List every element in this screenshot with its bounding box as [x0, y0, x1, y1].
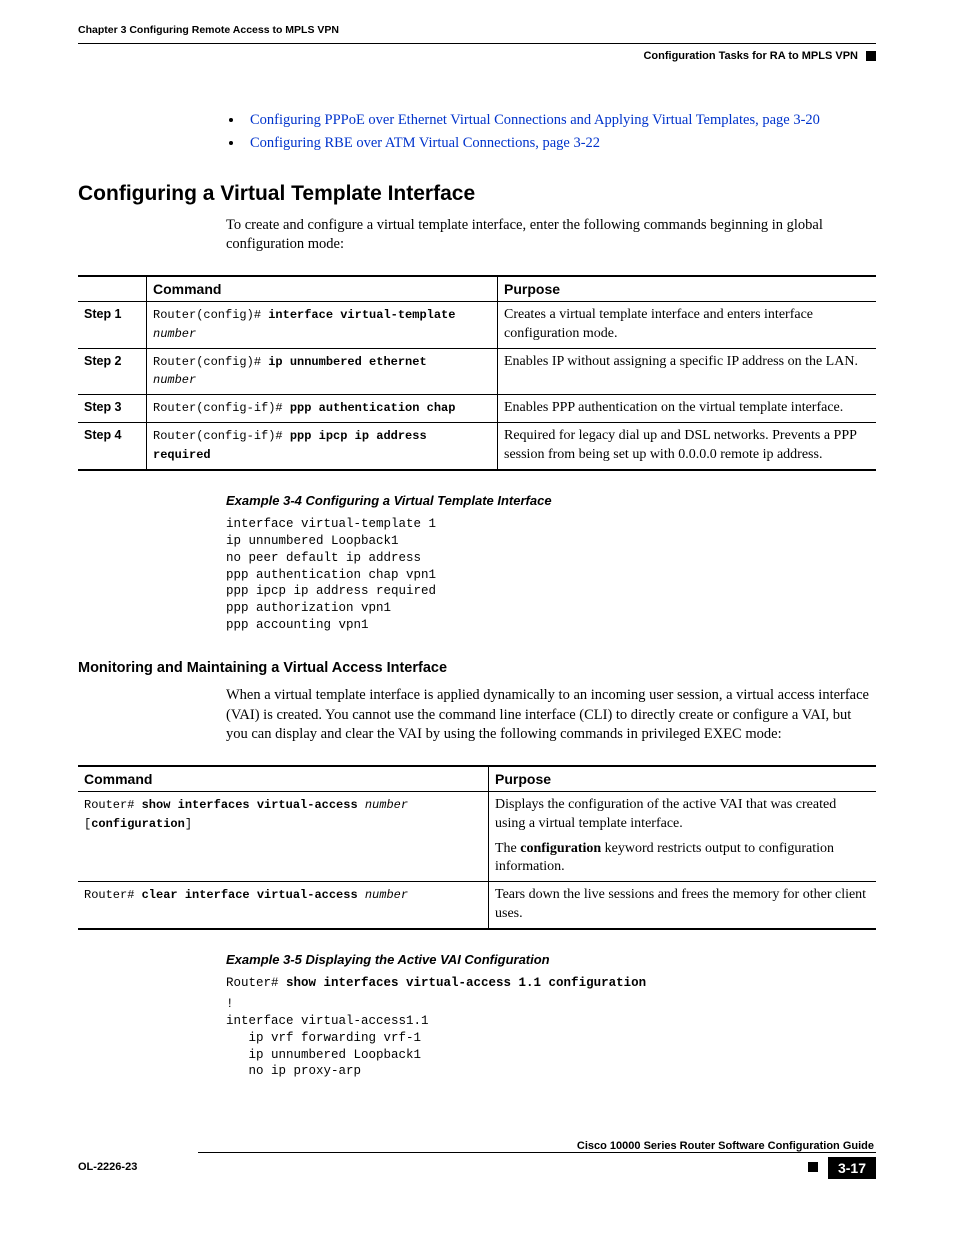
link-rbe[interactable]: Configuring RBE over ATM Virtual Connect… [250, 135, 600, 151]
example-3-5-code: ! interface virtual-access1.1 ip vrf for… [226, 996, 876, 1080]
table-row: Router# clear interface virtual-access n… [78, 882, 876, 929]
command-cell: Router(config)# interface virtual-templa… [147, 301, 498, 348]
section-heading: Configuring a Virtual Template Interface [78, 182, 876, 206]
step-label: Step 1 [78, 301, 147, 348]
purpose-cell: Enables IP without assigning a specific … [498, 348, 877, 395]
step-label: Step 3 [78, 395, 147, 423]
step-label: Step 2 [78, 348, 147, 395]
footer-marker-box [808, 1162, 818, 1172]
footer-doc-id: OL-2226-23 [78, 1155, 137, 1173]
purpose-cell: Enables PPP authentication on the virtua… [498, 395, 877, 423]
intro-paragraph: To create and configure a virtual templa… [226, 216, 876, 255]
col-purpose: Purpose [489, 766, 877, 792]
command-cell: Router# show interfaces virtual-access n… [78, 791, 489, 882]
command-table-1: Command Purpose Step 1 Router(config)# i… [78, 275, 876, 471]
purpose-cell: Tears down the live sessions and frees t… [489, 882, 877, 929]
page-header: Chapter 3 Configuring Remote Access to M… [78, 24, 876, 62]
table-row: Step 3 Router(config-if)# ppp authentica… [78, 395, 876, 423]
example-3-4-title: Example 3-4 Configuring a Virtual Templa… [226, 493, 876, 508]
command-cell: Router(config-if)# ppp authentication ch… [147, 395, 498, 423]
footer-guide-title: Cisco 10000 Series Router Software Confi… [577, 1140, 876, 1152]
purpose-cell: Required for legacy dial up and DSL netw… [498, 423, 877, 470]
col-step [78, 276, 147, 302]
link-list-block: Configuring PPPoE over Ethernet Virtual … [226, 112, 876, 152]
subsection-heading: Monitoring and Maintaining a Virtual Acc… [78, 660, 876, 676]
chapter-label: Chapter 3 Configuring Remote Access to M… [78, 24, 339, 37]
table-row: Router# show interfaces virtual-access n… [78, 791, 876, 882]
table-row: Step 2 Router(config)# ip unnumbered eth… [78, 348, 876, 395]
purpose-cell: Displays the configuration of the active… [489, 791, 877, 882]
page-footer: Cisco 10000 Series Router Software Confi… [78, 1140, 876, 1179]
link-pppoe[interactable]: Configuring PPPoE over Ethernet Virtual … [250, 112, 820, 128]
table-row: Step 4 Router(config-if)# ppp ipcp ip ad… [78, 423, 876, 470]
command-cell: Router# clear interface virtual-access n… [78, 882, 489, 929]
bullet-item: Configuring PPPoE over Ethernet Virtual … [244, 112, 876, 129]
col-command: Command [78, 766, 489, 792]
example-3-4-code: interface virtual-template 1 ip unnumber… [226, 516, 876, 634]
page-number: 3-17 [828, 1157, 876, 1179]
header-marker-box [866, 51, 876, 61]
command-cell: Router(config-if)# ppp ipcp ip address r… [147, 423, 498, 470]
command-table-2: Command Purpose Router# show interfaces … [78, 765, 876, 930]
example-3-5-title: Example 3-5 Displaying the Active VAI Co… [226, 952, 876, 967]
step-label: Step 4 [78, 423, 147, 470]
example-3-5-cmd: Router# show interfaces virtual-access 1… [226, 975, 876, 992]
header-right-title: Configuration Tasks for RA to MPLS VPN [643, 50, 858, 62]
col-command: Command [147, 276, 498, 302]
purpose-cell: Creates a virtual template interface and… [498, 301, 877, 348]
bullet-item: Configuring RBE over ATM Virtual Connect… [244, 135, 876, 152]
table-row: Step 1 Router(config)# interface virtual… [78, 301, 876, 348]
subsection-paragraph: When a virtual template interface is app… [226, 686, 876, 745]
command-cell: Router(config)# ip unnumbered ethernetnu… [147, 348, 498, 395]
col-purpose: Purpose [498, 276, 877, 302]
